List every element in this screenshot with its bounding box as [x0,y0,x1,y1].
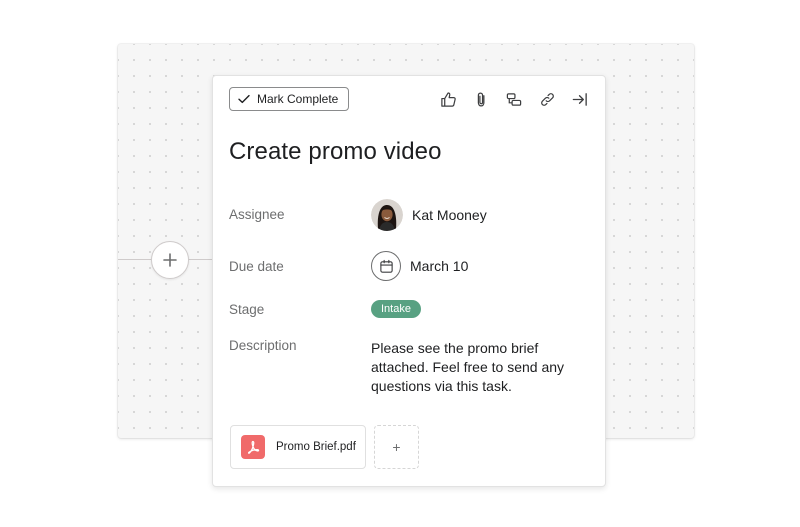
attach-button[interactable] [472,90,490,108]
task-detail-card: Mark Complete Create promo video Assigne… [212,75,606,487]
thumbs-up-icon [440,91,456,107]
check-icon [238,94,250,104]
add-attachment-button[interactable]: + [374,425,419,469]
add-step-button[interactable] [151,241,189,279]
assignee-name: Kat Mooney [412,207,487,223]
avatar [371,199,403,231]
like-button[interactable] [439,90,457,108]
workflow-stage: Mark Complete Create promo video Assigne… [0,0,800,527]
description-text[interactable]: Please see the promo brief attached. Fee… [371,339,596,396]
stage-label: Stage [229,302,265,317]
copy-link-button[interactable] [538,90,556,108]
close-panel-button[interactable] [571,90,589,108]
pdf-icon [241,435,265,459]
due-date-value: March 10 [410,258,469,274]
subtask-button[interactable] [505,90,523,108]
task-title[interactable]: Create promo video [229,138,442,166]
mark-complete-button[interactable]: Mark Complete [229,87,350,111]
stage-field: Intake [371,300,421,318]
link-icon [540,92,554,106]
description-label: Description [229,338,297,353]
task-actions [439,90,589,108]
close-panel-icon [572,92,587,106]
subtask-icon [506,92,522,106]
plus-icon [163,253,177,267]
due-date-label: Due date [229,259,284,274]
paperclip-icon [477,91,484,107]
assignee-label: Assignee [229,207,285,222]
attachment-promo-brief[interactable]: Promo Brief.pdf [230,425,366,469]
due-date-field[interactable]: March 10 [371,251,468,281]
stage-badge[interactable]: Intake [371,300,421,318]
assignee-field[interactable]: Kat Mooney [371,199,487,231]
calendar-icon [371,251,401,281]
attachment-name: Promo Brief.pdf [276,441,356,453]
mark-complete-label: Mark Complete [257,92,339,106]
task-toolbar: Mark Complete [229,86,589,112]
